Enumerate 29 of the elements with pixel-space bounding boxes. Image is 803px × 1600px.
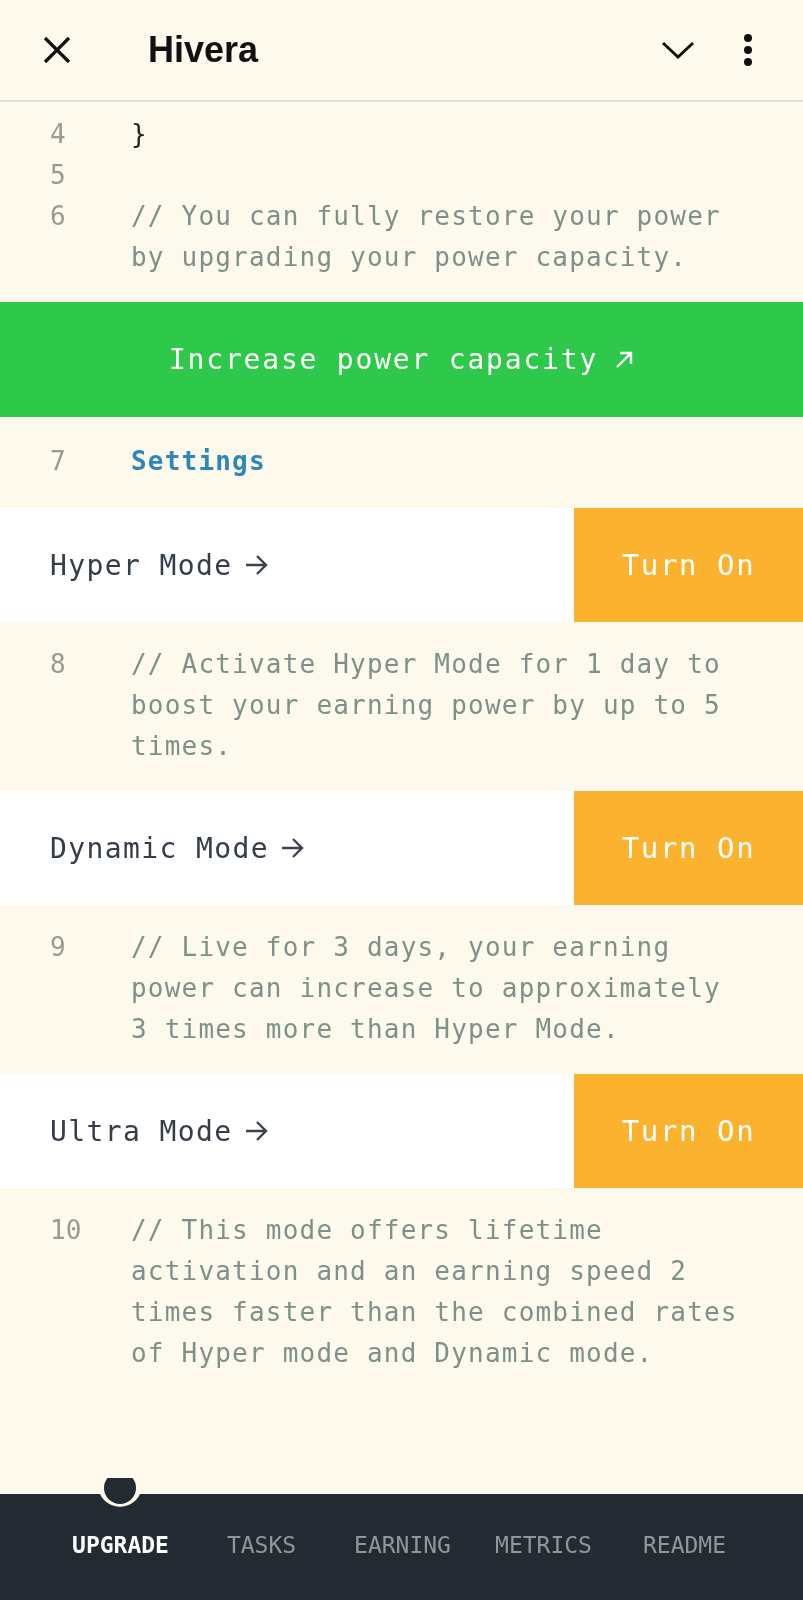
line-number: 5 xyxy=(49,159,67,192)
close-icon[interactable] xyxy=(42,35,72,65)
nav-tab[interactable]: README xyxy=(642,1532,727,1558)
mode-name[interactable]: Dynamic Mode xyxy=(50,831,270,865)
line-number: 4 xyxy=(49,118,67,151)
code-text: } xyxy=(131,118,149,151)
line-number: 6 xyxy=(49,200,67,233)
code-comment: // Live for 3 days, your earning power can increase to approximately 3 times more than Hyper Mode. xyxy=(131,931,722,1046)
line-number: 9 xyxy=(49,931,67,964)
chevron-down-icon[interactable] xyxy=(661,40,695,60)
arrow-right-icon xyxy=(244,1120,269,1142)
line-number: 8 xyxy=(49,648,67,681)
line-number: 10 xyxy=(49,1214,83,1247)
nav-tab[interactable]: TASKS xyxy=(226,1532,297,1558)
nav-tab[interactable]: METRICS xyxy=(495,1532,592,1558)
code-comment: // You can fully restore your power by upgrading your power capacity. xyxy=(131,200,722,274)
arrow-right-icon xyxy=(281,837,306,859)
mode-name[interactable]: Hyper Mode xyxy=(50,548,233,582)
nav-tab[interactable]: UPGRADE xyxy=(72,1532,169,1558)
nav-tab[interactable]: EARNING xyxy=(354,1532,451,1558)
mode-name[interactable]: Ultra Mode xyxy=(50,1114,233,1148)
app-title: Hivera xyxy=(148,29,260,71)
arrow-right-icon xyxy=(244,554,269,576)
code-comment: // Activate Hyper Mode for 1 day to boost your earning power by up to 5 times. xyxy=(131,648,722,763)
line-number: 7 xyxy=(49,445,67,478)
settings-link[interactable]: Settings xyxy=(131,441,751,482)
external-arrow-icon xyxy=(614,349,635,370)
code-comment: // This mode offers lifetime activation and an earning speed 2 times faster than the combined rates of Hyper mode and Dynamic mode. xyxy=(131,1214,739,1370)
more-icon[interactable] xyxy=(743,33,753,67)
